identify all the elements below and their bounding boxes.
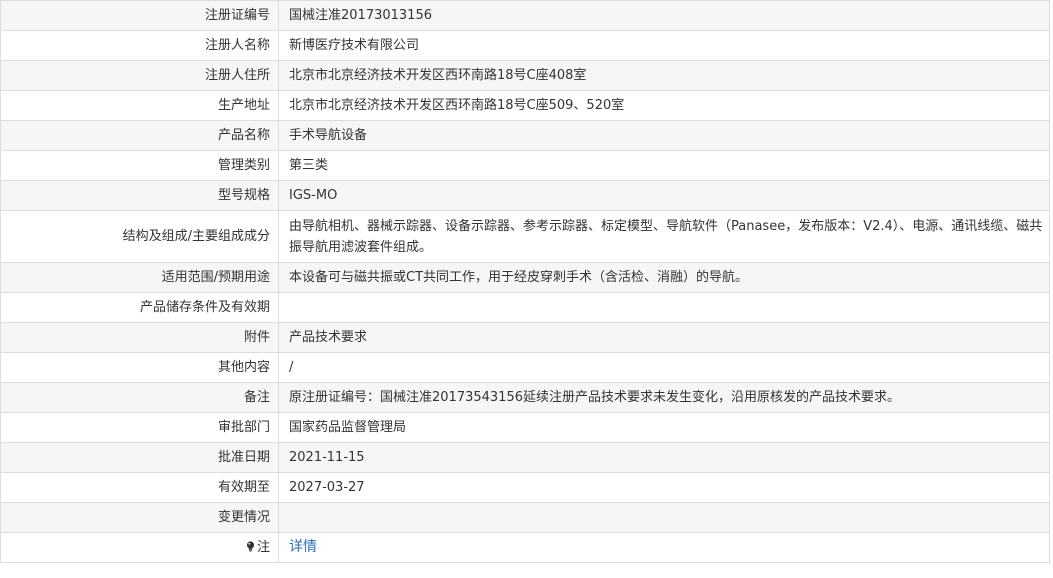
row-value: 本设备可与磁共振或CT共同工作，用于经皮穿刺手术（含活检、消融）的导航。: [278, 262, 1050, 293]
row-value: 手术导航设备: [278, 120, 1050, 151]
table-row: 批准日期 2021-11-15: [0, 442, 1050, 473]
row-label: 结构及组成/主要组成成分: [0, 210, 279, 263]
row-label: 生产地址: [0, 90, 279, 121]
row-label: 批准日期: [0, 442, 279, 473]
row-value: 新博医疗技术有限公司: [278, 30, 1050, 61]
row-label: 附件: [0, 322, 279, 353]
table-row: 有效期至 2027-03-27: [0, 472, 1050, 503]
row-value: /: [278, 352, 1050, 383]
row-value: [278, 502, 1050, 533]
note-label-cell: 注: [0, 532, 279, 563]
row-value: 2027-03-27: [278, 472, 1050, 503]
table-row: 其他内容 /: [0, 352, 1050, 383]
table-row: 管理类别 第三类: [0, 150, 1050, 181]
table-row: 附件 产品技术要求: [0, 322, 1050, 353]
row-value: 由导航相机、器械示踪器、设备示踪器、参考示踪器、标定模型、导航软件（Panase…: [278, 210, 1050, 263]
row-value: 产品技术要求: [278, 322, 1050, 353]
table-row: 注册证编号 国械注准20173013156: [0, 0, 1050, 31]
row-label: 变更情况: [0, 502, 279, 533]
table-row: 变更情况: [0, 502, 1050, 533]
row-label: 产品储存条件及有效期: [0, 292, 279, 323]
row-value: 原注册证编号：国械注准20173543156延续注册产品技术要求未发生变化，沿用…: [278, 382, 1050, 413]
row-label: 审批部门: [0, 412, 279, 443]
row-label: 注册证编号: [0, 0, 279, 31]
row-label: 适用范围/预期用途: [0, 262, 279, 293]
registration-detail-table: 注册证编号 国械注准20173013156 注册人名称 新博医疗技术有限公司 注…: [0, 0, 1050, 563]
row-label: 型号规格: [0, 180, 279, 211]
row-label: 管理类别: [0, 150, 279, 181]
row-value: 北京市北京经济技术开发区西环南路18号C座509、520室: [278, 90, 1050, 121]
details-link[interactable]: 详情: [289, 539, 317, 555]
table-row: 注册人名称 新博医疗技术有限公司: [0, 30, 1050, 61]
row-value: [278, 292, 1050, 323]
row-value: 第三类: [278, 150, 1050, 181]
table-row: 适用范围/预期用途 本设备可与磁共振或CT共同工作，用于经皮穿刺手术（含活检、消…: [0, 262, 1050, 293]
row-value: IGS-MO: [278, 180, 1050, 211]
row-value: 国械注准20173013156: [278, 0, 1050, 31]
table-row: 产品储存条件及有效期: [0, 292, 1050, 323]
note-value-cell: 详情: [278, 532, 1050, 563]
row-value: 2021-11-15: [278, 442, 1050, 473]
row-label: 注册人名称: [0, 30, 279, 61]
note-row: 注 详情: [0, 532, 1050, 563]
table-row: 审批部门 国家药品监督管理局: [0, 412, 1050, 443]
row-label: 其他内容: [0, 352, 279, 383]
row-label: 产品名称: [0, 120, 279, 151]
note-label: 注: [256, 540, 270, 555]
lightbulb-icon: [246, 541, 255, 552]
row-value: 国家药品监督管理局: [278, 412, 1050, 443]
row-label: 有效期至: [0, 472, 279, 503]
table-row: 生产地址 北京市北京经济技术开发区西环南路18号C座509、520室: [0, 90, 1050, 121]
table-row: 注册人住所 北京市北京经济技术开发区西环南路18号C座408室: [0, 60, 1050, 91]
row-label: 备注: [0, 382, 279, 413]
table-row: 型号规格 IGS-MO: [0, 180, 1050, 211]
table-row: 备注 原注册证编号：国械注准20173543156延续注册产品技术要求未发生变化…: [0, 382, 1050, 413]
table-row: 产品名称 手术导航设备: [0, 120, 1050, 151]
row-label: 注册人住所: [0, 60, 279, 91]
table-row: 结构及组成/主要组成成分 由导航相机、器械示踪器、设备示踪器、参考示踪器、标定模…: [0, 210, 1050, 263]
row-value: 北京市北京经济技术开发区西环南路18号C座408室: [278, 60, 1050, 91]
